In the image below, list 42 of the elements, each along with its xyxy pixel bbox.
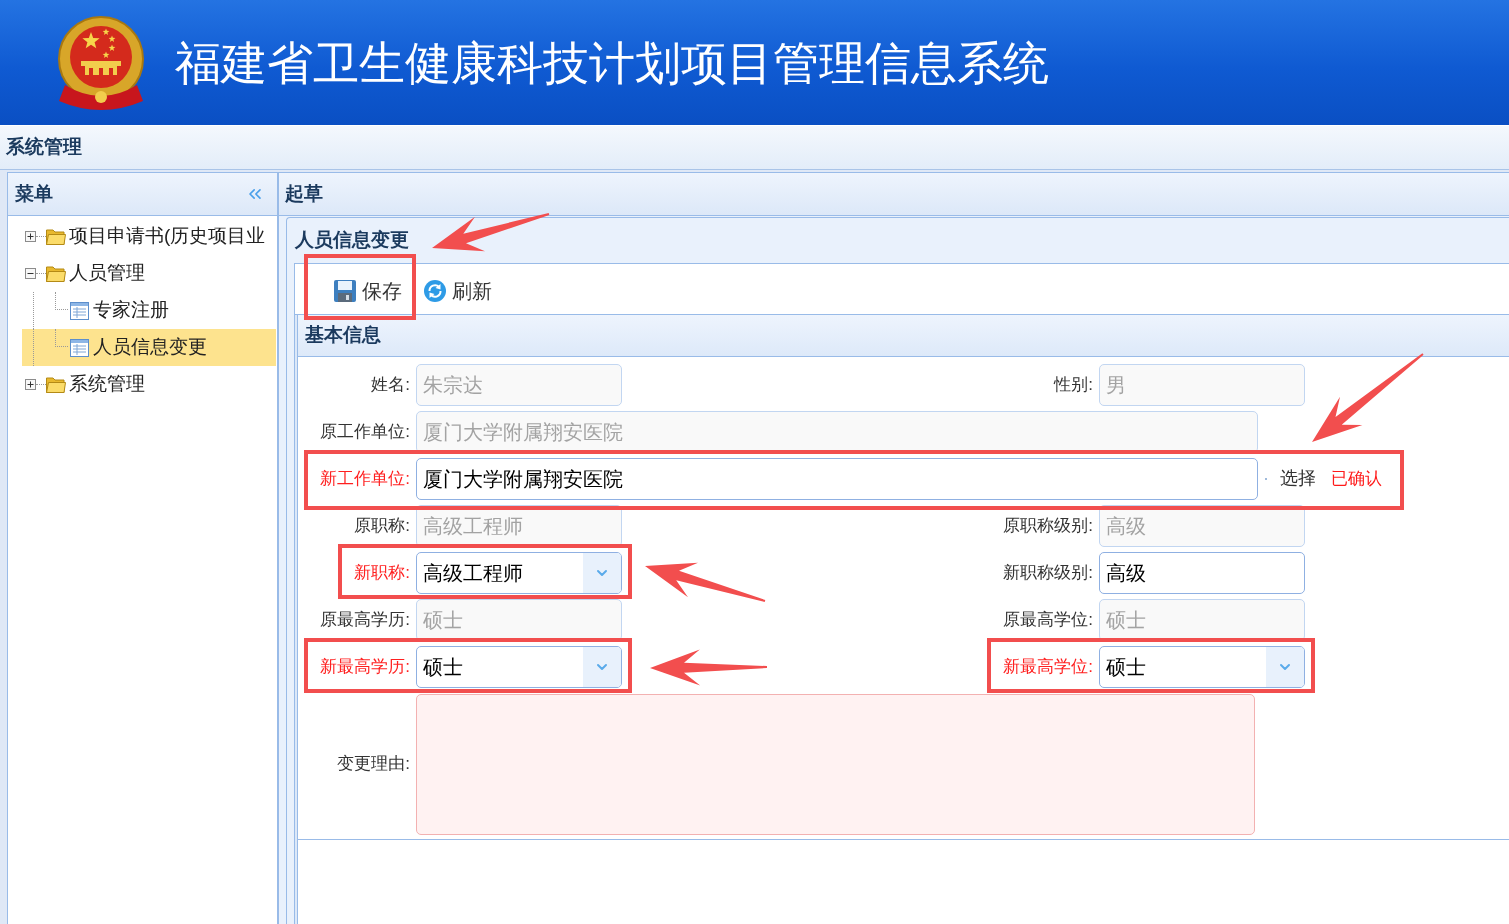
tree-item[interactable]: 人员信息变更	[22, 329, 276, 366]
field-label: 新职称级别:	[1003, 561, 1093, 584]
status-text: 已确认	[1331, 467, 1382, 490]
field-label: 原职称级别:	[1003, 514, 1093, 537]
field-label: 性别:	[1054, 373, 1093, 396]
panel-title: 起草	[285, 181, 323, 206]
field-label: 原职称:	[354, 514, 410, 537]
field-label: 变更理由:	[337, 753, 410, 776]
refresh-icon	[424, 280, 446, 302]
save-button[interactable]: 保存	[329, 275, 407, 307]
folder-icon	[46, 228, 66, 245]
field-label: 新工作单位:	[320, 467, 410, 490]
section-title: 基本信息	[305, 323, 381, 348]
field-label: 新最高学位:	[1003, 655, 1093, 678]
field-label: 原最高学历:	[320, 608, 410, 631]
folder-icon	[46, 265, 66, 282]
panel-title: 人员信息变更	[295, 228, 409, 253]
field-label: 新最高学历:	[320, 655, 410, 678]
dropdown-field[interactable]: 高级工程师	[416, 551, 622, 594]
minus-box-icon[interactable]	[25, 268, 36, 279]
text-field[interactable]: 厦门大学附属翔安医院	[416, 457, 1258, 500]
emblem-icon	[55, 14, 147, 111]
dropdown-field[interactable]: 硕士	[416, 645, 622, 688]
plus-box-icon[interactable]	[25, 231, 36, 242]
refresh-button[interactable]: 刷新	[419, 275, 497, 307]
text-field[interactable]: 高级	[1099, 551, 1305, 594]
plus-box-icon[interactable]	[25, 379, 36, 390]
panel-title: 菜单	[15, 181, 53, 206]
folder-icon	[46, 376, 66, 393]
tree-item[interactable]: 人员管理	[22, 255, 276, 292]
tree-item[interactable]: 系统管理	[22, 366, 276, 403]
field-label: 原工作单位:	[320, 420, 410, 443]
table-icon	[70, 301, 89, 320]
dropdown-field[interactable]: 硕士	[1099, 645, 1305, 688]
app-title: 福建省卫生健康科技计划项目管理信息系统	[175, 39, 1049, 86]
field-label: 新职称:	[354, 561, 410, 584]
tree-item[interactable]: 项目申请书(历史项目业	[22, 218, 276, 255]
select-link[interactable]: 选择	[1280, 465, 1316, 492]
field-label: 姓名:	[371, 373, 410, 396]
table-icon	[70, 338, 89, 357]
page-title: 系统管理	[6, 135, 82, 160]
field-label: 原最高学位:	[1003, 608, 1093, 631]
